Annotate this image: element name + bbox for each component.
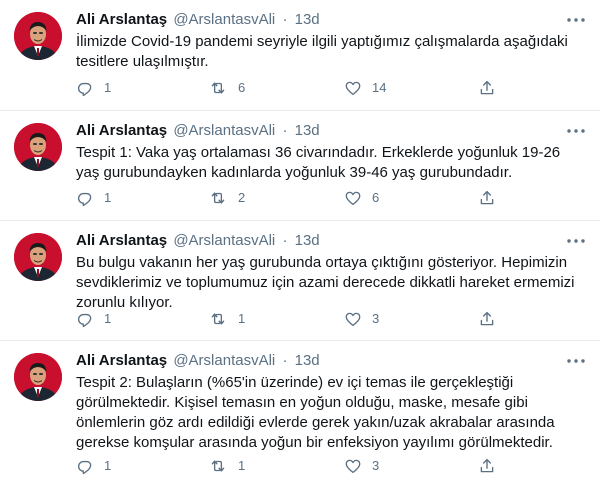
separator: · bbox=[282, 122, 288, 139]
author-name[interactable]: Ali Arslantaş bbox=[76, 11, 167, 28]
timestamp[interactable]: 13d bbox=[295, 232, 320, 249]
separator: · bbox=[282, 232, 288, 249]
author-handle[interactable]: @ArslantasvAli bbox=[173, 352, 275, 369]
more-button[interactable] bbox=[566, 12, 586, 28]
share-icon bbox=[480, 458, 494, 473]
tweet-text: Bu bulgu vakanın her yaş gurubunda ortay… bbox=[76, 254, 575, 311]
share-icon bbox=[480, 80, 494, 95]
tweet-header: Ali Arslantaş @ArslantasvAli · 13d bbox=[76, 351, 560, 371]
tweet-header: Ali Arslantaş @ArslantasvAli · 13d bbox=[76, 10, 560, 30]
like-button[interactable]: 14 bbox=[344, 78, 386, 98]
author-name[interactable]: Ali Arslantaş bbox=[76, 232, 167, 249]
profile-photo-icon bbox=[14, 123, 62, 171]
avatar[interactable] bbox=[14, 233, 62, 281]
author-handle[interactable]: @ArslantasvAli bbox=[173, 232, 275, 249]
more-icon bbox=[567, 359, 585, 363]
share-button[interactable] bbox=[478, 309, 496, 329]
timestamp[interactable]: 13d bbox=[295, 11, 320, 28]
like-count: 3 bbox=[372, 311, 380, 326]
author-handle[interactable]: @ArslantasvAli bbox=[173, 122, 275, 139]
like-button[interactable]: 3 bbox=[344, 309, 379, 329]
retweet-button[interactable]: 2 bbox=[208, 188, 245, 208]
like-icon bbox=[345, 312, 361, 327]
reply-icon bbox=[77, 192, 92, 207]
author-name[interactable]: Ali Arslantaş bbox=[76, 352, 167, 369]
like-button[interactable]: 6 bbox=[344, 188, 379, 208]
retweet-button[interactable]: 1 bbox=[208, 309, 245, 329]
timestamp[interactable]: 13d bbox=[295, 352, 320, 369]
reply-button[interactable]: 1 bbox=[76, 309, 111, 329]
tweet-header: Ali Arslantaş @ArslantasvAli · 13d bbox=[76, 231, 560, 251]
profile-photo-icon bbox=[14, 353, 62, 401]
retweet-count: 1 bbox=[238, 458, 246, 473]
avatar[interactable] bbox=[14, 12, 62, 60]
tweet-text: İlimizde Covid-19 pandemi seyriyle ilgil… bbox=[76, 33, 568, 70]
reply-count: 1 bbox=[104, 311, 112, 326]
like-icon bbox=[345, 459, 361, 474]
more-button[interactable] bbox=[566, 353, 586, 369]
tweet[interactable]: Ali Arslantaş @ArslantasvAli · 13d İlimi… bbox=[0, 0, 600, 111]
tweet[interactable]: Ali Arslantaş @ArslantasvAli · 13d Bu bu… bbox=[0, 221, 600, 341]
share-button[interactable] bbox=[478, 188, 496, 208]
separator: · bbox=[282, 11, 288, 28]
separator: · bbox=[282, 352, 288, 369]
like-icon bbox=[345, 81, 361, 96]
share-button[interactable] bbox=[478, 78, 496, 98]
reply-count: 1 bbox=[104, 190, 112, 205]
reply-count: 1 bbox=[104, 458, 112, 473]
more-icon bbox=[567, 239, 585, 243]
reply-count: 1 bbox=[104, 80, 112, 95]
timestamp[interactable]: 13d bbox=[295, 122, 320, 139]
like-count: 6 bbox=[372, 190, 380, 205]
reply-icon bbox=[77, 313, 92, 328]
tweet-text: Tespit 2: Bulaşların (%65'in üzerinde) e… bbox=[76, 374, 555, 451]
tweet-header: Ali Arslantaş @ArslantasvAli · 13d bbox=[76, 121, 560, 141]
tweet-actions: 1 1 3 bbox=[76, 456, 536, 476]
tweet-actions: 1 2 6 bbox=[76, 188, 536, 208]
more-button[interactable] bbox=[566, 233, 586, 249]
tweet-actions: 1 1 3 bbox=[76, 309, 536, 329]
reply-button[interactable]: 1 bbox=[76, 456, 111, 476]
retweet-icon bbox=[211, 192, 225, 204]
reply-icon bbox=[77, 460, 92, 475]
tweet[interactable]: Ali Arslantaş @ArslantasvAli · 13d Tespi… bbox=[0, 341, 600, 481]
share-button[interactable] bbox=[478, 456, 496, 476]
reply-button[interactable]: 1 bbox=[76, 188, 111, 208]
avatar[interactable] bbox=[14, 353, 62, 401]
retweet-count: 1 bbox=[238, 311, 246, 326]
tweet-actions: 1 6 14 bbox=[76, 78, 536, 98]
more-icon bbox=[567, 129, 585, 133]
like-count: 14 bbox=[372, 80, 387, 95]
retweet-icon bbox=[211, 460, 225, 472]
like-icon bbox=[345, 191, 361, 206]
tweet[interactable]: Ali Arslantaş @ArslantasvAli · 13d Tespi… bbox=[0, 111, 600, 221]
retweet-button[interactable]: 6 bbox=[208, 78, 245, 98]
author-name[interactable]: Ali Arslantaş bbox=[76, 122, 167, 139]
retweet-count: 2 bbox=[238, 190, 246, 205]
share-icon bbox=[480, 311, 494, 326]
profile-photo-icon bbox=[14, 233, 62, 281]
retweet-icon bbox=[211, 313, 225, 325]
author-handle[interactable]: @ArslantasvAli bbox=[173, 11, 275, 28]
share-icon bbox=[480, 190, 494, 205]
like-button[interactable]: 3 bbox=[344, 456, 379, 476]
more-icon bbox=[567, 18, 585, 22]
reply-button[interactable]: 1 bbox=[76, 78, 111, 98]
like-count: 3 bbox=[372, 458, 380, 473]
avatar[interactable] bbox=[14, 123, 62, 171]
retweet-count: 6 bbox=[238, 80, 246, 95]
more-button[interactable] bbox=[566, 123, 586, 139]
retweet-button[interactable]: 1 bbox=[208, 456, 245, 476]
retweet-icon bbox=[211, 82, 225, 94]
tweet-text: Tespit 1: Vaka yaş ortalaması 36 civarın… bbox=[76, 144, 561, 181]
reply-icon bbox=[77, 82, 92, 97]
profile-photo-icon bbox=[14, 12, 62, 60]
